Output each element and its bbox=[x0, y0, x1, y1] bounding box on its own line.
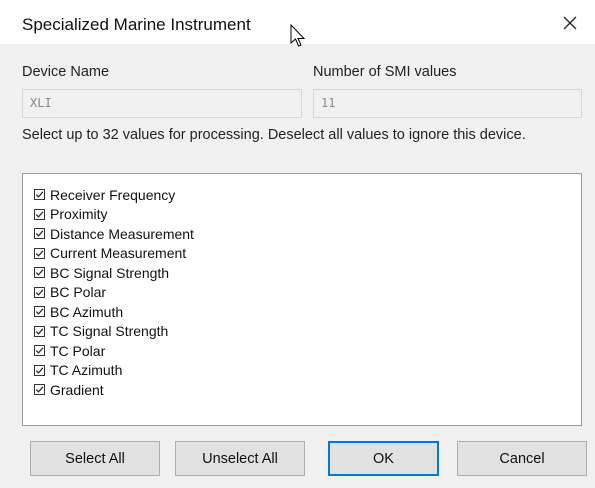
value-item-label: Gradient bbox=[50, 381, 104, 398]
checkmark-icon bbox=[35, 191, 44, 199]
value-item[interactable]: TC Azimuth bbox=[34, 361, 194, 381]
value-item[interactable]: Receiver Frequency bbox=[34, 185, 194, 205]
value-item-label: Distance Measurement bbox=[50, 225, 194, 242]
close-button[interactable] bbox=[555, 8, 585, 38]
value-item[interactable]: Distance Measurement bbox=[34, 224, 194, 244]
value-item[interactable]: Gradient bbox=[34, 380, 194, 400]
value-item-label: BC Azimuth bbox=[50, 303, 124, 320]
window-title: Specialized Marine Instrument bbox=[22, 15, 251, 34]
checkmark-icon bbox=[35, 269, 44, 277]
checkmark-icon bbox=[35, 367, 44, 374]
checkmark-icon bbox=[35, 347, 44, 355]
unselect-all-button[interactable]: Unselect All bbox=[175, 441, 305, 476]
checkmark-icon bbox=[35, 230, 44, 238]
value-item-label: Receiver Frequency bbox=[50, 186, 176, 203]
checkmark-icon bbox=[35, 328, 44, 335]
mouse-pointer-icon bbox=[290, 24, 306, 47]
value-item[interactable]: TC Signal Strength bbox=[34, 322, 194, 342]
checkmark-icon bbox=[35, 386, 44, 394]
value-item[interactable]: TC Polar bbox=[34, 341, 194, 361]
checkmark-icon bbox=[35, 250, 44, 257]
value-item[interactable]: BC Signal Strength bbox=[34, 263, 194, 283]
value-item-label: TC Signal Strength bbox=[50, 323, 169, 340]
values-list: Receiver Frequency Proximity Distance Meas… bbox=[34, 185, 194, 400]
value-checkbox[interactable] bbox=[34, 247, 45, 259]
value-item-label: Current Measurement bbox=[50, 245, 187, 262]
values-listbox[interactable]: Receiver Frequency Proximity Distance Meas… bbox=[22, 173, 582, 426]
value-checkbox[interactable] bbox=[34, 208, 45, 220]
device-name-field[interactable]: XLI bbox=[22, 89, 302, 118]
value-checkbox[interactable] bbox=[34, 267, 45, 279]
ok-button[interactable]: OK bbox=[328, 441, 439, 476]
value-item[interactable]: BC Azimuth bbox=[34, 302, 194, 322]
value-checkbox[interactable] bbox=[34, 306, 45, 318]
smi-count-field[interactable]: 11 bbox=[313, 89, 582, 118]
value-item-label: TC Azimuth bbox=[50, 362, 123, 379]
checkmark-icon bbox=[35, 308, 44, 316]
value-checkbox[interactable] bbox=[34, 286, 45, 298]
value-item[interactable]: Proximity bbox=[34, 205, 194, 225]
value-checkbox[interactable] bbox=[34, 384, 45, 396]
select-all-button[interactable]: Select All bbox=[30, 441, 160, 476]
smi-count-label: Number of SMI values bbox=[313, 64, 457, 80]
value-checkbox[interactable] bbox=[34, 189, 45, 201]
value-item-label: Proximity bbox=[50, 206, 108, 223]
value-item-label: TC Polar bbox=[50, 342, 106, 359]
value-item[interactable]: BC Polar bbox=[34, 283, 194, 303]
value-checkbox[interactable] bbox=[34, 345, 45, 357]
value-item-label: BC Signal Strength bbox=[50, 264, 170, 281]
value-item[interactable]: Current Measurement bbox=[34, 244, 194, 264]
close-icon bbox=[563, 16, 577, 30]
checkmark-icon bbox=[35, 289, 44, 296]
value-checkbox[interactable] bbox=[34, 325, 45, 337]
instructions-text: Select up to 32 values for processing. D… bbox=[22, 127, 526, 143]
device-name-label: Device Name bbox=[22, 64, 110, 80]
value-checkbox[interactable] bbox=[34, 364, 45, 376]
checkmark-icon bbox=[35, 211, 44, 218]
cancel-button[interactable]: Cancel bbox=[457, 441, 587, 476]
value-item-label: BC Polar bbox=[50, 284, 107, 301]
value-checkbox[interactable] bbox=[34, 228, 45, 240]
